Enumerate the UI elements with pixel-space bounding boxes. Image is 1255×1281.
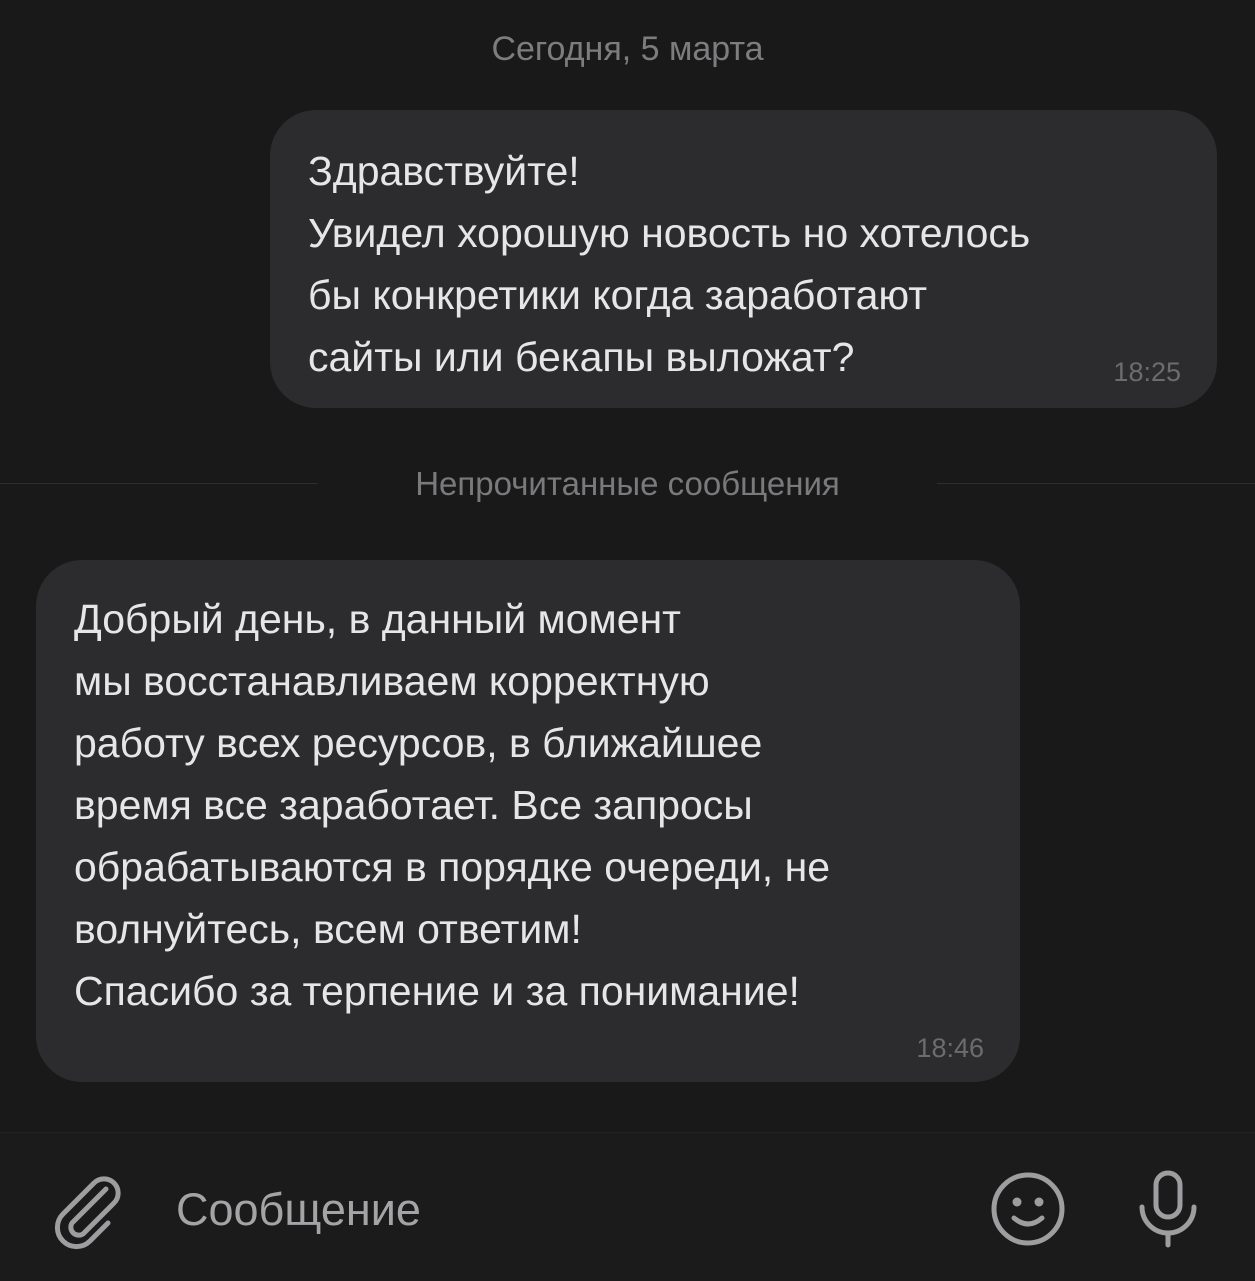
message-line: Увидел хорошую новость но хотелось [308,210,1031,256]
voice-button[interactable] [1128,1167,1208,1251]
unread-separator-label: Непрочитанные сообщения [415,465,840,502]
message-line: Добрый день, в данный момент [74,596,681,642]
attach-button[interactable] [48,1171,128,1251]
message-composer [0,1132,1255,1281]
message-line: сайты или бекапы выложат? [308,334,855,380]
date-separator: Сегодня, 5 марта [491,30,764,68]
unread-separator: Непрочитанные сообщения [0,462,1255,506]
incoming-message-bubble[interactable]: Добрый день, в данный момент мы восстана… [36,560,1020,1082]
message-line: мы восстанавливаем корректную [74,658,710,704]
message-time: 18:46 [916,1033,984,1063]
message-line: волнуйтесь, всем ответим! [74,906,582,952]
message-line: бы конкретики когда заработают [308,272,928,318]
outgoing-message-bubble[interactable]: Здравствуйте! Увидел хорошую новость но … [270,110,1217,408]
emoji-button[interactable] [988,1169,1068,1249]
message-input[interactable] [176,1175,936,1245]
divider [937,483,1255,484]
smiley-icon [991,1172,1065,1246]
message-line: Спасибо за терпение и за понимание! [74,968,800,1014]
message-line: обрабатываются в порядке очереди, не [74,844,831,890]
message-line: работу всех ресурсов, в ближайшее [74,720,763,766]
message-line: время все заработает. Все запросы [74,782,753,828]
paperclip-icon [54,1176,121,1250]
microphone-icon [1139,1170,1197,1248]
message-time: 18:25 [1113,357,1181,387]
message-line: Здравствуйте! [308,148,580,194]
